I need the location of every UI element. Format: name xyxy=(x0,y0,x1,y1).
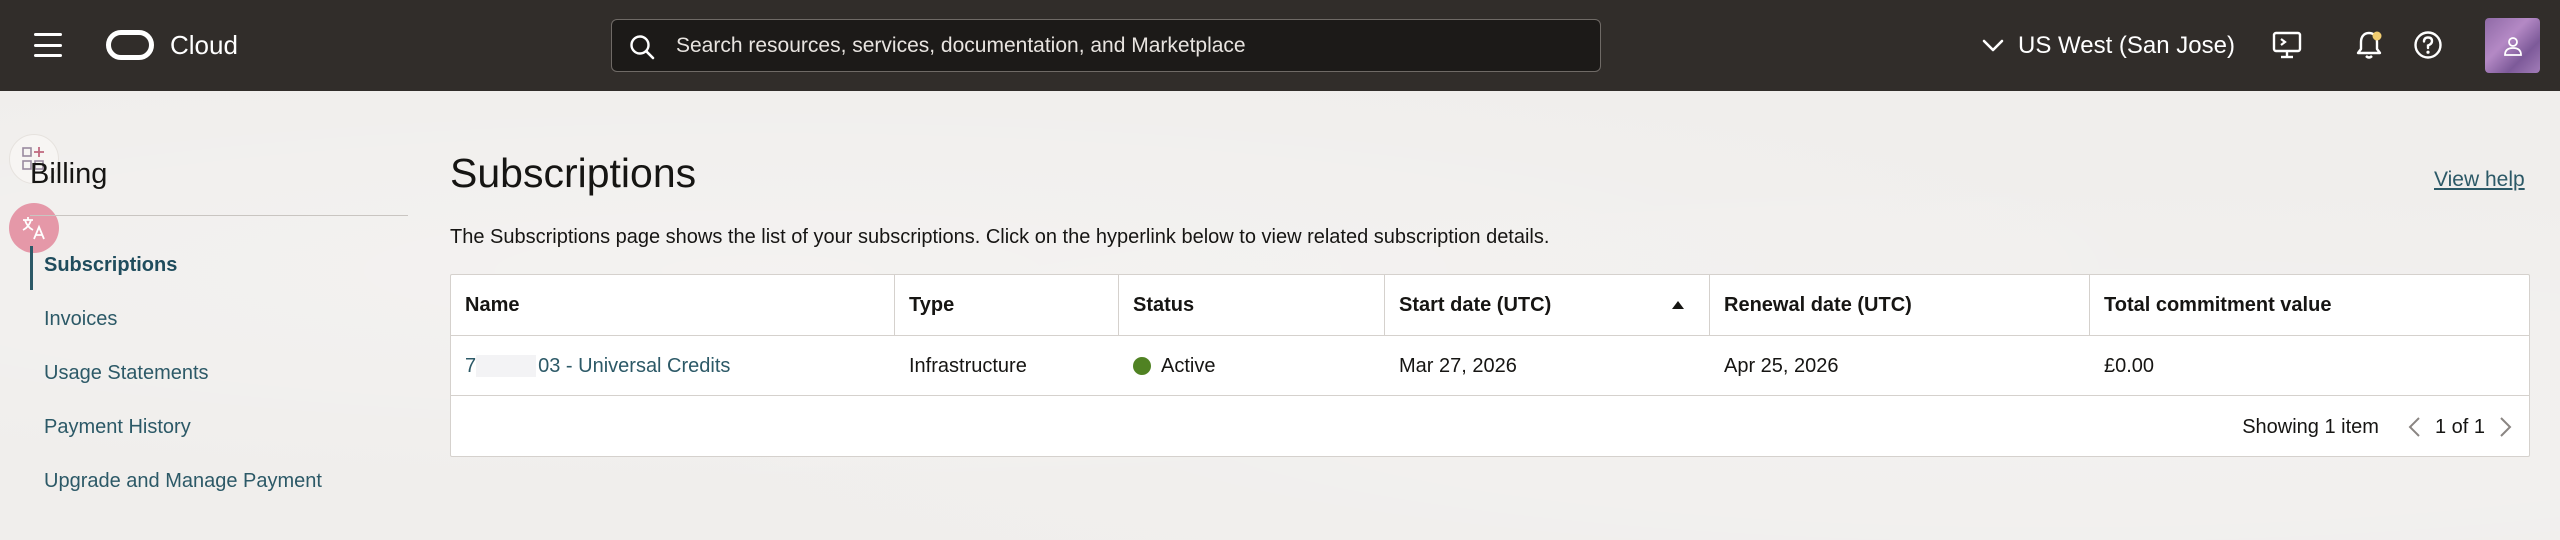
user-icon xyxy=(2503,36,2522,56)
redacted-text xyxy=(476,355,537,378)
search-box[interactable] xyxy=(611,19,1601,72)
brand-name[interactable]: Cloud xyxy=(170,30,238,60)
sidebar-title: Billing xyxy=(30,158,108,190)
sidebar-item-usage-statements[interactable]: Usage Statements xyxy=(44,362,209,385)
chevron-down-icon xyxy=(1982,39,2004,52)
page-description: The Subscriptions page shows the list of… xyxy=(450,226,1550,248)
table-footer: Showing 1 item 1 of 1 xyxy=(451,397,2529,457)
table-header: Name Type Status Start date (UTC) Renewa… xyxy=(451,275,2529,336)
status-label: Active xyxy=(1161,354,1216,377)
subscription-name-prefix: 7 xyxy=(465,354,477,377)
notifications-bell-icon[interactable] xyxy=(2352,28,2386,62)
help-icon[interactable] xyxy=(2411,28,2445,62)
item-count: Showing 1 item xyxy=(2242,415,2379,438)
cloud-shell-icon[interactable] xyxy=(2270,28,2304,62)
sidebar-active-indicator xyxy=(30,246,33,290)
page-title: Subscriptions xyxy=(450,150,697,196)
column-header-type[interactable]: Type xyxy=(895,275,1119,336)
previous-page-icon[interactable] xyxy=(2403,416,2425,438)
column-header-status[interactable]: Status xyxy=(1119,275,1385,336)
subscription-name-suffix: 03 - Universal Credits xyxy=(538,354,731,377)
search-icon xyxy=(630,35,655,60)
view-help-link[interactable]: View help xyxy=(2434,168,2525,192)
sort-ascending-icon[interactable] xyxy=(1671,300,1685,310)
cell-type: Infrastructure xyxy=(909,354,1027,377)
status-active-icon xyxy=(1133,357,1151,375)
pagination: 1 of 1 xyxy=(2403,416,2517,439)
column-header-renewal-date[interactable]: Renewal date (UTC) xyxy=(1710,275,2090,336)
cell-name[interactable]: 7 03 - Universal Credits xyxy=(451,336,895,396)
subscription-link[interactable]: 7 03 - Universal Credits xyxy=(465,355,730,378)
top-navigation-bar: Cloud US West (San Jose) xyxy=(0,0,2560,91)
translate-bubble[interactable] xyxy=(9,203,59,253)
sidebar-item-payment-history[interactable]: Payment History xyxy=(44,416,191,439)
translate-icon xyxy=(22,217,45,240)
region-label: US West (San Jose) xyxy=(2018,32,2235,59)
page-indicator: 1 of 1 xyxy=(2434,415,2485,438)
column-header-start-date[interactable]: Start date (UTC) xyxy=(1385,275,1710,336)
cell-renewal-date: Apr 25, 2026 xyxy=(1724,354,1839,377)
column-header-total-commitment[interactable]: Total commitment value xyxy=(2090,275,2531,336)
next-page-icon[interactable] xyxy=(2495,416,2517,438)
user-avatar[interactable] xyxy=(2485,18,2540,73)
column-header-name[interactable]: Name xyxy=(451,275,895,336)
cell-total-commitment: £0.00 xyxy=(2104,354,2155,377)
table-row: 7 03 - Universal Credits Infrastructure A… xyxy=(451,336,2529,396)
sidebar-item-upgrade-manage-payment[interactable]: Upgrade and Manage Payment xyxy=(44,470,322,493)
sidebar-item-subscriptions[interactable]: Subscriptions xyxy=(44,254,177,277)
sidebar-divider xyxy=(30,215,408,216)
region-selector[interactable]: US West (San Jose) xyxy=(1982,30,2235,62)
sidebar-item-invoices[interactable]: Invoices xyxy=(44,308,117,331)
column-header-start-date-label: Start date (UTC) xyxy=(1399,294,1552,316)
search-input[interactable] xyxy=(676,20,1576,71)
cell-status: Active xyxy=(1119,336,1385,396)
hamburger-menu-icon[interactable] xyxy=(34,33,62,57)
oracle-logo-icon[interactable] xyxy=(106,30,154,60)
cell-start-date: Mar 27, 2026 xyxy=(1399,354,1517,377)
subscriptions-table: Name Type Status Start date (UTC) Renewa… xyxy=(450,274,2530,457)
